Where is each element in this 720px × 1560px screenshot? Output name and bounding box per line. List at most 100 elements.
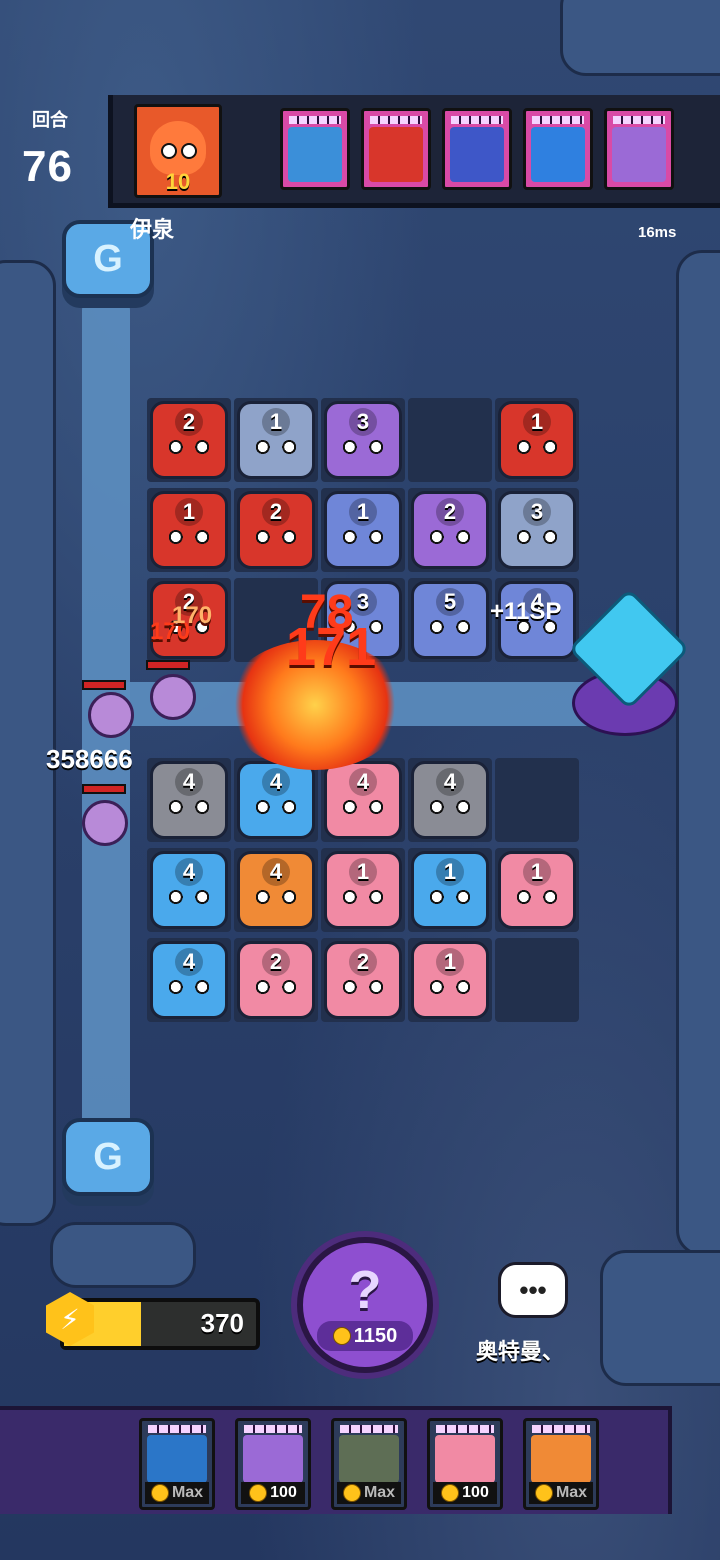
unit-rank: 4 [175, 768, 203, 796]
unit-face [254, 530, 298, 544]
enemy-hp-bar [82, 784, 126, 794]
unit-rank: 5 [436, 588, 464, 616]
unit-tile[interactable]: 3 [324, 401, 402, 479]
ping-readout: 16ms [638, 224, 677, 241]
unit-face [167, 980, 211, 994]
unit-tile[interactable]: 1 [237, 401, 315, 479]
unit-rank: 2 [262, 498, 290, 526]
unit-tile[interactable]: 4 [324, 761, 402, 839]
unit-tile[interactable]: 4 [150, 941, 228, 1019]
unit-tile[interactable]: 4 [237, 851, 315, 929]
upgrade-cost: 100 [433, 1482, 497, 1504]
unit-face [515, 890, 559, 904]
upgrade-card-ice-cat[interactable]: Max [139, 1418, 215, 1510]
chat-bubble-button[interactable]: ••• [498, 1262, 568, 1318]
round-number: 76 [22, 142, 73, 191]
upgrade-cost-value: Max [171, 1484, 204, 1501]
stone-golem-icon [339, 1435, 399, 1483]
unit-face [167, 530, 211, 544]
rock-wall-left [0, 260, 56, 1226]
unit-face [167, 440, 211, 454]
unit-tile[interactable]: 2 [237, 491, 315, 569]
unit-face [254, 800, 298, 814]
unit-face [167, 890, 211, 904]
card-level-pips [370, 116, 422, 124]
unit-rank: 4 [262, 858, 290, 886]
unit-rank: 1 [349, 498, 377, 526]
unit-tile[interactable]: 1 [411, 851, 489, 929]
blue-jelly-icon [450, 127, 504, 182]
unit-rank: 2 [349, 948, 377, 976]
board-cell[interactable] [495, 938, 579, 1022]
unit-tile[interactable]: 2 [237, 941, 315, 1019]
coin-icon [332, 1327, 351, 1345]
card-level-pips [340, 1425, 398, 1433]
unit-tile[interactable]: 1 [324, 851, 402, 929]
deck-card-mirror[interactable] [604, 108, 674, 190]
upgrade-card-mirror[interactable]: 100 [235, 1418, 311, 1510]
unit-tile[interactable]: 5 [411, 581, 489, 659]
player-level: 10 [165, 169, 191, 194]
unit-face [341, 980, 385, 994]
unit-tile[interactable]: 2 [150, 401, 228, 479]
avatar-eye-right [181, 143, 197, 159]
mirror-icon [612, 127, 666, 182]
unit-rank: 4 [436, 768, 464, 796]
unit-rank: 2 [436, 498, 464, 526]
unit-face [428, 800, 472, 814]
avatar-face [150, 121, 206, 175]
board-cell[interactable] [495, 758, 579, 842]
deck-card-blue-jelly[interactable] [442, 108, 512, 190]
unit-face [254, 440, 298, 454]
unit-tile[interactable]: 3 [498, 491, 576, 569]
unit-face [515, 530, 559, 544]
card-level-pips [244, 1425, 302, 1433]
enemy-hp-bar [82, 680, 126, 690]
unit-tile[interactable]: 2 [411, 491, 489, 569]
unit-face [428, 890, 472, 904]
unit-tile[interactable]: 1 [498, 401, 576, 479]
deck-card-ice-wave[interactable] [523, 108, 593, 190]
unit-face [428, 980, 472, 994]
unit-tile[interactable]: 4 [150, 851, 228, 929]
summon-button[interactable]: ? 1150 [297, 1237, 433, 1373]
upgrade-cost-value: Max [555, 1484, 588, 1501]
card-level-pips [148, 1425, 206, 1433]
upgrade-cost: 100 [241, 1482, 305, 1504]
unit-face [254, 890, 298, 904]
deck-card-red-demon[interactable] [361, 108, 431, 190]
enemy-hp-bar [146, 660, 190, 670]
unit-tile[interactable]: 1 [150, 491, 228, 569]
upgrade-cost: Max [529, 1482, 593, 1504]
rock-bottom-left [50, 1222, 196, 1288]
summon-cost: 1150 [317, 1321, 413, 1351]
unit-tile[interactable]: 4 [411, 761, 489, 839]
unit-rank: 2 [175, 408, 203, 436]
unit-face [167, 800, 211, 814]
unit-rank: 1 [523, 408, 551, 436]
opponent-name: 奥特曼、 [476, 1339, 565, 1364]
unit-rank: 1 [523, 858, 551, 886]
coin-icon [441, 1484, 460, 1502]
rock-bottom-right [600, 1250, 720, 1386]
unit-face [254, 980, 298, 994]
deck-card-ghost[interactable] [280, 108, 350, 190]
unit-rank: 2 [262, 948, 290, 976]
avatar-eye-left [161, 143, 177, 159]
unit-tile[interactable]: 1 [324, 491, 402, 569]
pink-nurse-icon [435, 1435, 495, 1483]
upgrade-cost: Max [337, 1482, 401, 1504]
unit-rank: 1 [436, 948, 464, 976]
upgrade-card-fire-lion[interactable]: Max [523, 1418, 599, 1510]
upgrade-cost-value: 100 [462, 1484, 489, 1501]
unit-rank: 4 [175, 948, 203, 976]
unit-tile[interactable]: 2 [324, 941, 402, 1019]
unit-tile[interactable]: 1 [411, 941, 489, 1019]
player-avatar[interactable]: 10 [134, 104, 222, 198]
board-cell[interactable] [408, 398, 492, 482]
upgrade-card-pink-nurse[interactable]: 100 [427, 1418, 503, 1510]
unit-tile[interactable]: 4 [237, 761, 315, 839]
unit-tile[interactable]: 4 [150, 761, 228, 839]
upgrade-card-stone-golem[interactable]: Max [331, 1418, 407, 1510]
unit-tile[interactable]: 1 [498, 851, 576, 929]
